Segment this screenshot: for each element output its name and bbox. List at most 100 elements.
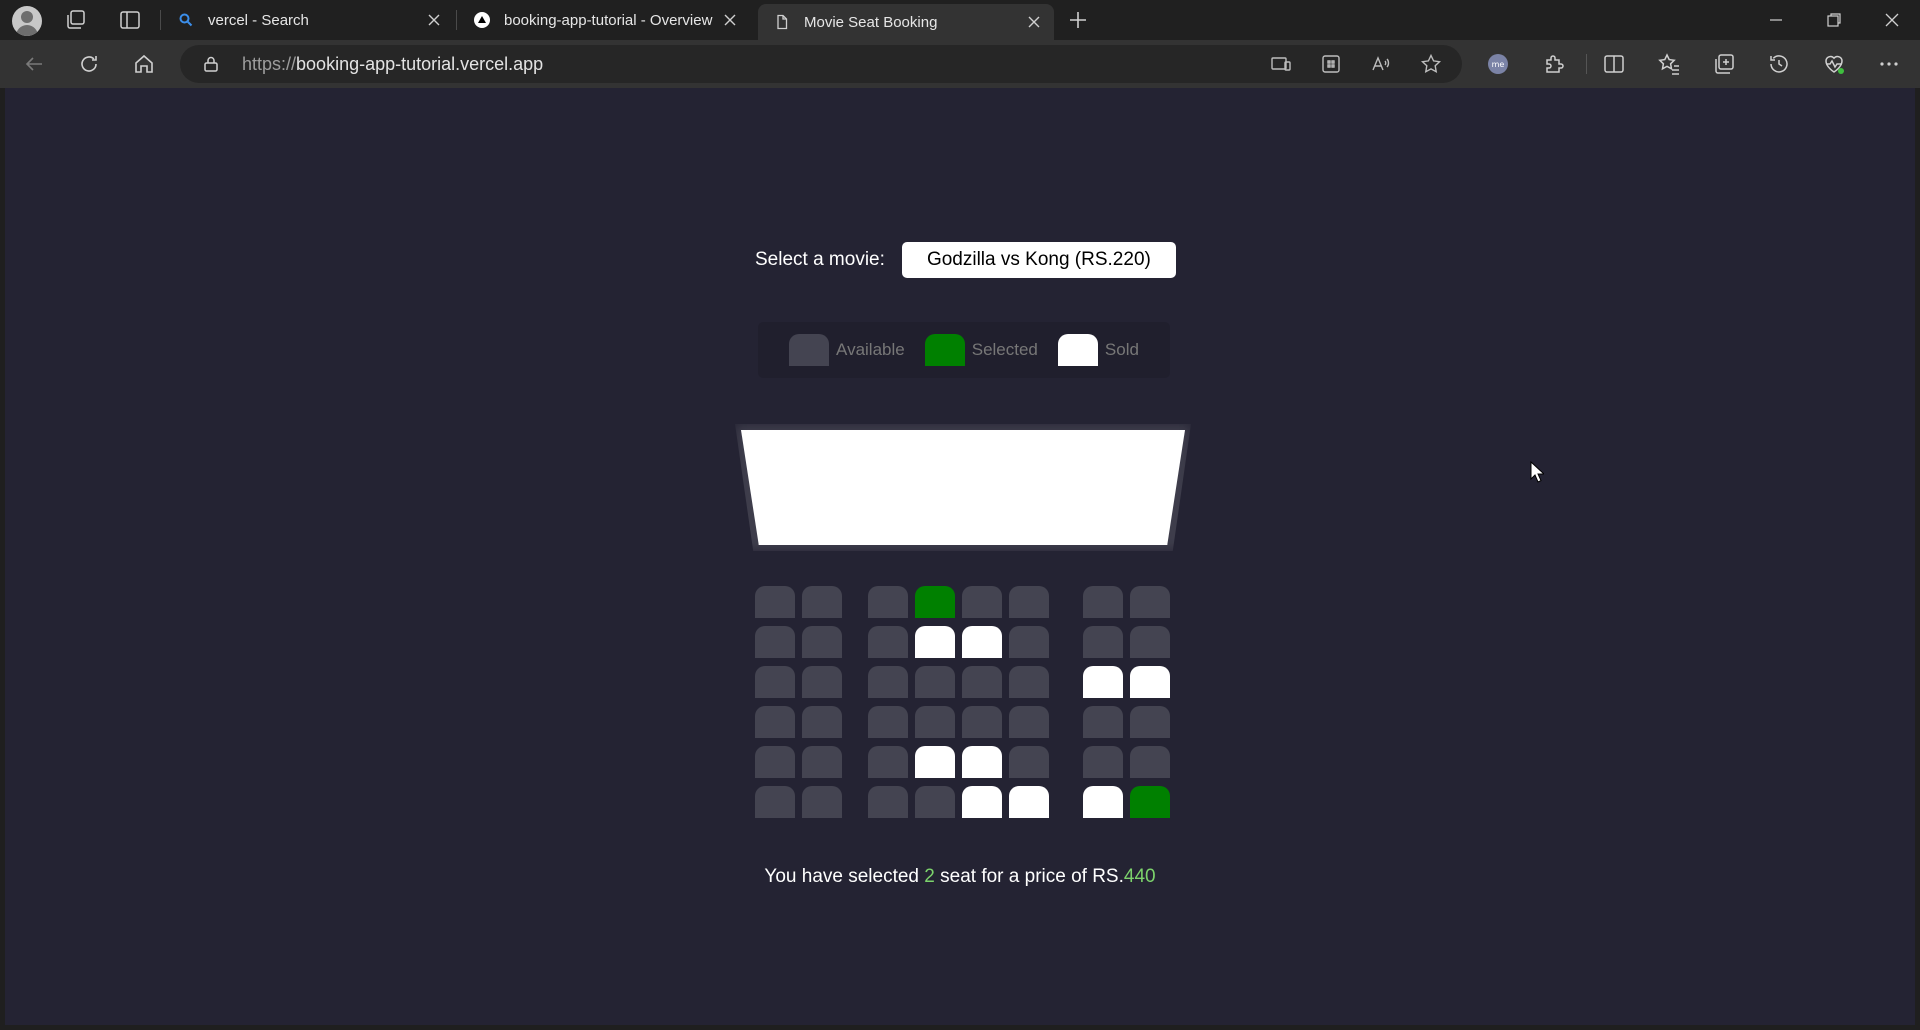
seat-selected[interactable] bbox=[1130, 786, 1170, 818]
seat-available[interactable] bbox=[1009, 746, 1049, 778]
performance-heart-icon[interactable] bbox=[1822, 52, 1846, 76]
new-tab-icon[interactable] bbox=[1066, 8, 1090, 32]
seat-row bbox=[755, 626, 1175, 666]
url-text[interactable]: https://booking-app-tutorial.vercel.app bbox=[242, 54, 543, 75]
history-icon[interactable] bbox=[1767, 52, 1791, 76]
seat-available[interactable] bbox=[1083, 706, 1123, 738]
seat-available[interactable] bbox=[915, 706, 955, 738]
seat-available[interactable] bbox=[802, 706, 842, 738]
booking-summary: You have selected 2 seat for a price of … bbox=[5, 866, 1915, 888]
legend-sold: Sold bbox=[1057, 334, 1139, 366]
seat-selected-icon bbox=[924, 334, 965, 366]
seat-available[interactable] bbox=[755, 706, 795, 738]
search-icon bbox=[178, 12, 194, 28]
seat-available[interactable] bbox=[802, 586, 842, 618]
favorites-icon[interactable] bbox=[1657, 52, 1681, 76]
toolbar-divider bbox=[1586, 54, 1587, 74]
seat-available[interactable] bbox=[802, 666, 842, 698]
favorite-star-icon[interactable] bbox=[1420, 53, 1442, 75]
profile-extension-icon[interactable]: me bbox=[1486, 52, 1510, 76]
legend-label: Available bbox=[836, 340, 905, 359]
seat-available[interactable] bbox=[1130, 626, 1170, 658]
seat-available[interactable] bbox=[802, 626, 842, 658]
tab-title: Movie Seat Booking bbox=[804, 13, 938, 31]
seat-available[interactable] bbox=[1083, 586, 1123, 618]
refresh-icon[interactable] bbox=[77, 52, 101, 76]
seat-available[interactable] bbox=[915, 786, 955, 818]
tab-vercel-search[interactable]: vercel - Search bbox=[162, 0, 454, 40]
seat-available[interactable] bbox=[1009, 626, 1049, 658]
seat-row bbox=[755, 586, 1175, 626]
seat-available[interactable] bbox=[755, 666, 795, 698]
more-options-icon[interactable] bbox=[1877, 52, 1901, 76]
seat-sold bbox=[915, 746, 955, 778]
collections-icon[interactable] bbox=[1712, 52, 1736, 76]
seat-sold bbox=[962, 626, 1002, 658]
minimize-icon[interactable] bbox=[1764, 8, 1788, 32]
seat-available[interactable] bbox=[1130, 586, 1170, 618]
tab-strip: vercel - Search booking-app-tutorial - O… bbox=[0, 0, 1920, 40]
seat-available[interactable] bbox=[802, 786, 842, 818]
seat-available[interactable] bbox=[962, 586, 1002, 618]
tab-booking-app-overview[interactable]: booking-app-tutorial - Overview bbox=[458, 0, 750, 40]
profile-avatar-icon[interactable] bbox=[12, 6, 42, 36]
tab-divider bbox=[160, 10, 161, 30]
tab-divider bbox=[456, 10, 457, 30]
restore-icon[interactable] bbox=[1822, 8, 1846, 32]
seat-row bbox=[755, 786, 1175, 826]
immersive-reader-grid-icon[interactable] bbox=[1320, 53, 1342, 75]
seat-sold bbox=[962, 746, 1002, 778]
seat-available[interactable] bbox=[868, 626, 908, 658]
seat-available[interactable] bbox=[1009, 586, 1049, 618]
address-bar[interactable]: https://booking-app-tutorial.vercel.app bbox=[180, 45, 1462, 83]
movie-screen bbox=[741, 430, 1185, 545]
page-viewport: Select a movie: Godzilla vs Kong (RS.220… bbox=[5, 88, 1915, 1025]
seat-available[interactable] bbox=[868, 706, 908, 738]
seat-available[interactable] bbox=[1009, 666, 1049, 698]
split-screen-icon[interactable] bbox=[1602, 52, 1626, 76]
tab-movie-seat-booking[interactable]: Movie Seat Booking bbox=[758, 4, 1054, 40]
app-available-icon[interactable] bbox=[1270, 53, 1292, 75]
seat-available[interactable] bbox=[755, 786, 795, 818]
seat-available[interactable] bbox=[962, 706, 1002, 738]
close-window-icon[interactable] bbox=[1880, 8, 1904, 32]
browser-toolbar: https://booking-app-tutorial.vercel.app … bbox=[0, 40, 1920, 88]
seat-available[interactable] bbox=[755, 586, 795, 618]
svg-text:me: me bbox=[1492, 60, 1505, 69]
seat-available[interactable] bbox=[1130, 706, 1170, 738]
seat-available[interactable] bbox=[868, 666, 908, 698]
seat-available[interactable] bbox=[868, 786, 908, 818]
seat-available[interactable] bbox=[1009, 706, 1049, 738]
read-aloud-icon[interactable] bbox=[1370, 53, 1392, 75]
seat-sold-icon bbox=[1057, 334, 1098, 366]
seat-available[interactable] bbox=[1083, 746, 1123, 778]
seat-sold bbox=[1009, 786, 1049, 818]
close-icon[interactable] bbox=[426, 12, 442, 28]
seat-available[interactable] bbox=[802, 746, 842, 778]
seat-available[interactable] bbox=[755, 626, 795, 658]
close-icon[interactable] bbox=[1026, 14, 1042, 30]
seat-available[interactable] bbox=[755, 746, 795, 778]
extensions-puzzle-icon[interactable] bbox=[1542, 52, 1566, 76]
seat-available[interactable] bbox=[962, 666, 1002, 698]
back-icon[interactable] bbox=[22, 52, 46, 76]
seat-selected[interactable] bbox=[915, 586, 955, 618]
seat-available[interactable] bbox=[915, 666, 955, 698]
home-icon[interactable] bbox=[132, 52, 156, 76]
close-icon[interactable] bbox=[722, 12, 738, 28]
legend-label: Selected bbox=[971, 340, 1038, 359]
seat-available[interactable] bbox=[868, 746, 908, 778]
vertical-tabs-icon[interactable] bbox=[118, 8, 142, 32]
summary-prefix: You have selected bbox=[764, 866, 925, 887]
workspaces-icon[interactable] bbox=[64, 8, 88, 32]
seat-available[interactable] bbox=[1130, 746, 1170, 778]
movie-select-label: Select a movie: bbox=[755, 249, 885, 270]
seat-available[interactable] bbox=[868, 586, 908, 618]
legend-selected: Selected bbox=[924, 334, 1038, 366]
lock-icon[interactable] bbox=[202, 55, 220, 73]
seat-available[interactable] bbox=[1083, 626, 1123, 658]
seat-row bbox=[755, 706, 1175, 746]
movie-select-dropdown[interactable]: Godzilla vs Kong (RS.220) bbox=[901, 242, 1176, 278]
movie-selector-row: Select a movie: Godzilla vs Kong (RS.220… bbox=[755, 242, 1176, 278]
tab-title: booking-app-tutorial - Overview bbox=[504, 11, 713, 29]
